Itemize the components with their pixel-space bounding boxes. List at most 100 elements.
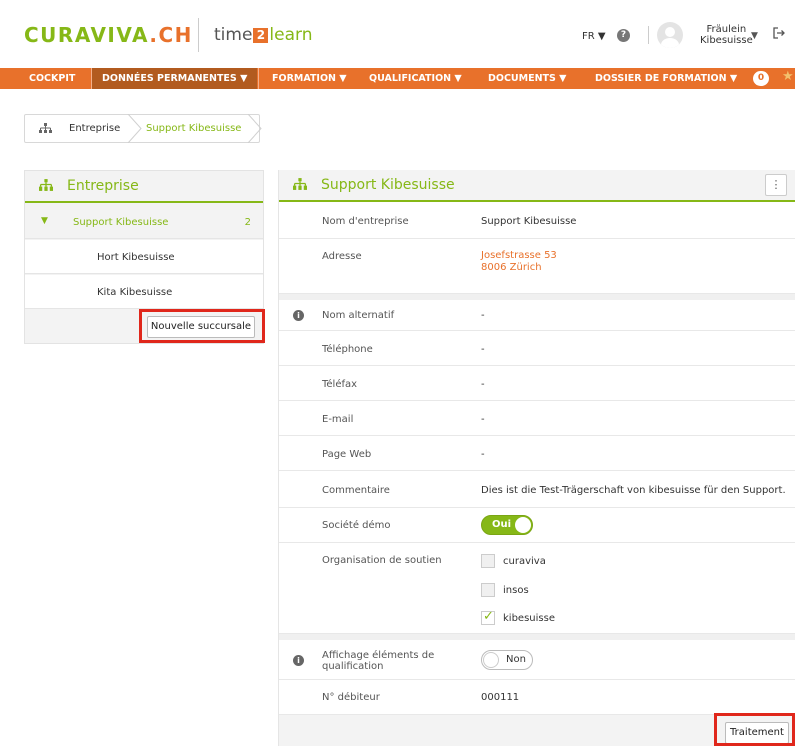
logo-curaviva-text: CURAVIVA <box>24 23 150 47</box>
org-tree-icon[interactable] <box>39 123 52 137</box>
field-label: Nom d'entreprise <box>322 216 409 227</box>
checkbox-label: insos <box>503 585 529 596</box>
user-name[interactable]: Fräulein Kibesuisse <box>700 24 753 46</box>
org-tree-icon <box>293 178 307 194</box>
field-label: Nom alternatif <box>322 310 395 321</box>
tree-item-hort-kibesuisse[interactable]: Hort Kibesuisse <box>25 240 263 274</box>
org-tree-icon <box>39 179 53 195</box>
avatar[interactable] <box>657 22 683 48</box>
breadcrumb-entreprise[interactable]: Entreprise <box>69 123 120 134</box>
field-label: Commentaire <box>322 485 390 496</box>
field-row-phone: Téléphone - <box>279 331 795 366</box>
logout-icon[interactable] <box>773 27 785 43</box>
field-row-debtor: N° débiteur 000111 <box>279 680 795 715</box>
field-row-demo: Société démo Oui <box>279 508 795 543</box>
address-line2: 8006 Zürich <box>481 262 542 273</box>
field-label-line2: qualification <box>322 661 384 672</box>
user-name-line1: Fräulein <box>706 24 747 35</box>
nav-formation[interactable]: FORMATION ▼ <box>272 68 347 89</box>
nav-dossier-de-formation[interactable]: DOSSIER DE FORMATION ▼ <box>595 68 737 89</box>
toggle-label: Oui <box>492 519 512 530</box>
breadcrumb-separator-icon <box>127 114 142 143</box>
field-row-address: Adresse Josefstrasse 53 8006 Zürich <box>279 239 795 294</box>
field-row-fax: Téléfax - <box>279 366 795 401</box>
help-icon[interactable]: ? <box>617 29 630 42</box>
field-row-qualif-display: i Affichage éléments de qualification No… <box>279 640 795 680</box>
logo-divider <box>198 18 199 52</box>
checkbox-label: kibesuisse <box>503 613 555 624</box>
field-row-web: Page Web - <box>279 436 795 471</box>
tree-item-label: Support Kibesuisse <box>73 217 169 228</box>
company-detail-panel: Support Kibesuisse ⋮ Nom d'entreprise Su… <box>278 170 795 746</box>
field-label: Page Web <box>322 449 372 460</box>
qualif-display-toggle[interactable]: Non <box>481 650 533 670</box>
more-options-icon[interactable]: ⋮ <box>765 174 787 196</box>
field-row-support-org: Organisation de soutien curaviva insos k… <box>279 543 795 634</box>
toggle-label: Non <box>506 654 526 665</box>
main-nav: COCKPIT DONNÉES PERMANENTES ▼ FORMATION … <box>0 68 795 89</box>
user-menu-chevron-icon[interactable]: ▼ <box>751 31 758 41</box>
language-selector[interactable]: FR ▼ <box>582 31 606 42</box>
nav-donnees-permanentes[interactable]: DONNÉES PERMANENTES ▼ <box>92 68 258 89</box>
checkbox-label: curaviva <box>503 556 546 567</box>
checkbox-kibesuisse[interactable] <box>481 609 495 625</box>
field-label: Société démo <box>322 520 391 531</box>
curaviva-logo[interactable]: CURAVIVA.CH <box>24 23 193 47</box>
field-value: - <box>481 414 485 425</box>
tree-item-label: Kita Kibesuisse <box>97 287 173 298</box>
notification-badge[interactable]: 0 <box>753 71 769 86</box>
field-row-alt-name: i Nom alternatif - <box>279 300 795 331</box>
field-value: Support Kibesuisse <box>481 216 577 227</box>
expand-triangle-icon[interactable]: ▼ <box>41 216 48 226</box>
toggle-knob <box>483 652 499 668</box>
tree-item-label: Hort Kibesuisse <box>97 252 175 263</box>
field-label: Téléfax <box>322 379 358 390</box>
star-icon[interactable]: ★ <box>782 69 794 84</box>
company-detail-title: Support Kibesuisse <box>321 177 455 193</box>
breadcrumb-end-icon <box>247 114 262 143</box>
field-label-line1: Affichage éléments de <box>322 650 435 661</box>
user-name-line2: Kibesuisse <box>700 35 753 46</box>
info-icon[interactable]: i <box>293 655 304 666</box>
nav-documents[interactable]: DOCUMENTS ▼ <box>488 68 566 89</box>
field-value: 000111 <box>481 692 520 703</box>
entreprise-panel-header: Entreprise <box>25 171 263 203</box>
logo-ch-text: .CH <box>149 23 193 47</box>
top-bar: CURAVIVA.CH time 2 learn FR ▼ ? Fräulein K… <box>0 0 795 68</box>
nav-qualification[interactable]: QUALIFICATION ▼ <box>369 68 462 89</box>
tree-item-kita-kibesuisse[interactable]: Kita Kibesuisse <box>25 275 263 309</box>
field-label: N° débiteur <box>322 692 380 703</box>
checkbox-curaviva[interactable] <box>481 554 495 568</box>
header-divider <box>648 26 649 44</box>
field-value: - <box>481 344 485 355</box>
tree-item-support-kibesuisse[interactable]: ▼ Support Kibesuisse 2 <box>25 205 263 239</box>
field-value: Dies ist die Test-Trägerschaft von kibes… <box>481 485 786 496</box>
checkbox-insos[interactable] <box>481 583 495 597</box>
field-row-company-name: Nom d'entreprise Support Kibesuisse <box>279 204 795 239</box>
logo-learn-text: learn <box>269 25 313 45</box>
highlight-box <box>714 713 795 746</box>
field-label: E-mail <box>322 414 354 425</box>
time2learn-logo[interactable]: time 2 learn <box>214 25 313 45</box>
demo-toggle[interactable]: Oui <box>481 515 533 535</box>
field-value: - <box>481 379 485 390</box>
highlight-box <box>139 309 265 343</box>
entreprise-panel-title: Entreprise <box>67 178 139 194</box>
field-value: - <box>481 310 485 321</box>
branch-count: 2 <box>244 217 251 228</box>
field-label: Organisation de soutien <box>322 555 442 566</box>
field-row-comment: Commentaire Dies ist die Test-Trägerscha… <box>279 471 795 508</box>
address-link[interactable]: Josefstrasse 53 8006 Zürich <box>481 250 557 274</box>
toggle-knob <box>515 517 531 533</box>
field-row-email: E-mail - <box>279 401 795 436</box>
address-line1: Josefstrasse 53 <box>481 250 557 261</box>
field-label: Adresse <box>322 251 362 262</box>
info-icon[interactable]: i <box>293 310 304 321</box>
breadcrumb-support-kibesuisse[interactable]: Support Kibesuisse <box>146 123 241 134</box>
breadcrumb: Entreprise Support Kibesuisse <box>24 114 262 143</box>
field-value: - <box>481 449 485 460</box>
field-label: Affichage éléments de qualification <box>322 650 434 672</box>
nav-cockpit[interactable]: COCKPIT <box>29 68 75 89</box>
logo-time-text: time <box>214 25 253 45</box>
nav-divider <box>258 68 259 89</box>
